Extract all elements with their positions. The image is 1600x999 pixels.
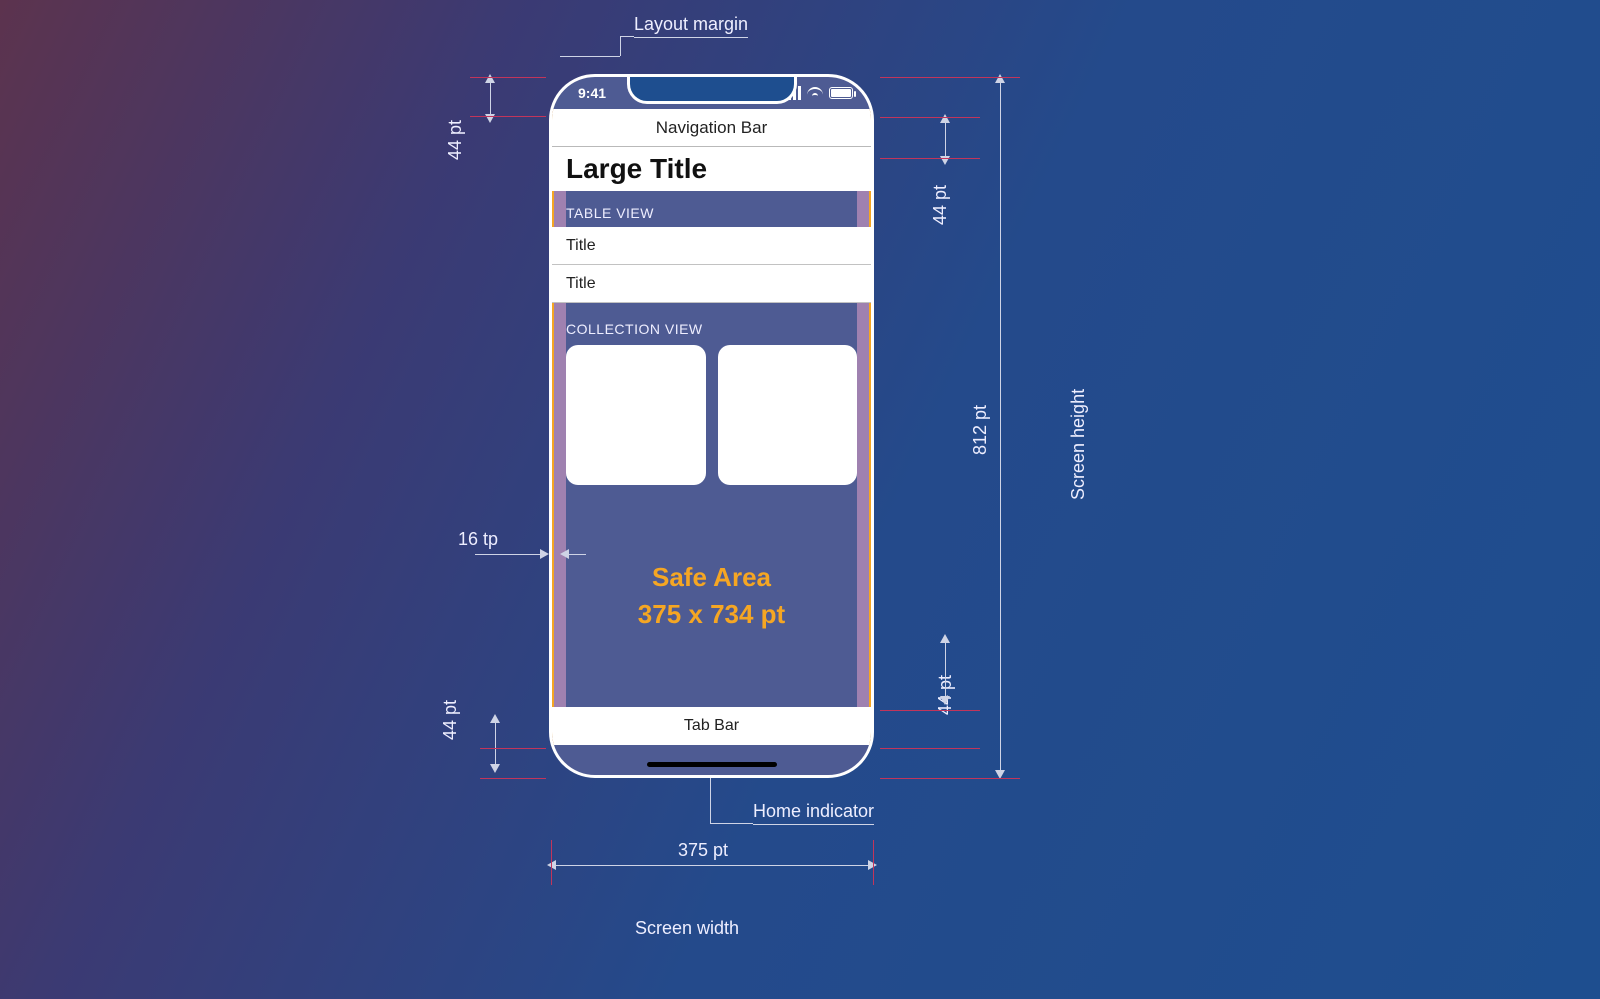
status-time: 9:41 <box>578 85 606 101</box>
dim-line <box>1000 80 1001 775</box>
dim-line <box>495 720 496 768</box>
dim-navbar-height: 44 pt <box>930 185 951 225</box>
dim-tick <box>880 748 980 749</box>
dim-line <box>490 78 491 118</box>
battery-icon <box>829 87 853 99</box>
callout-leader <box>560 56 620 57</box>
table-row[interactable]: Title <box>552 265 871 303</box>
arrow-up-icon <box>485 74 495 83</box>
dim-tick <box>880 77 1020 78</box>
callout-leader <box>620 36 634 37</box>
arrow-down-icon <box>490 764 500 773</box>
arrow-right-icon <box>540 549 549 559</box>
dim-line <box>553 865 871 866</box>
navigation-bar[interactable]: Navigation Bar <box>552 109 871 147</box>
dim-tick <box>470 77 546 78</box>
arrow-up-icon <box>940 634 950 643</box>
callout-screen-height: Screen height <box>1068 389 1089 500</box>
dim-tick <box>880 158 980 159</box>
arrow-up-icon <box>490 714 500 723</box>
callout-leader <box>710 823 753 824</box>
dim-tick <box>880 710 980 711</box>
dim-layout-margin: 16 tp <box>458 529 498 550</box>
collection-cell[interactable] <box>566 345 706 485</box>
collection-header: COLLECTION VIEW <box>552 303 871 345</box>
callout-layout-margin: Layout margin <box>634 14 748 38</box>
dim-line <box>945 640 946 700</box>
safe-area-label: Safe Area 375 x 734 pt <box>552 485 871 708</box>
dim-tick <box>480 778 546 779</box>
collection-cell[interactable] <box>718 345 858 485</box>
dim-tick <box>480 748 546 749</box>
safe-area-line1: Safe Area <box>652 562 771 593</box>
callout-leader <box>710 778 711 823</box>
callout-leader <box>620 36 621 56</box>
safe-area-line2: 375 x 734 pt <box>638 599 785 630</box>
collection-view <box>552 345 871 485</box>
arrow-left-icon <box>560 549 569 559</box>
dim-line <box>945 118 946 160</box>
arrow-up-icon <box>995 74 1005 83</box>
callout-screen-width: Screen width <box>635 918 739 939</box>
phone-content: Navigation Bar Large Title TABLE VIEW Ti… <box>552 109 871 745</box>
table-header: TABLE VIEW <box>552 191 871 227</box>
dim-tick <box>551 840 552 885</box>
dim-screen-width: 375 pt <box>678 840 728 861</box>
large-title: Large Title <box>552 147 871 191</box>
dim-tick <box>873 840 874 885</box>
arrow-down-icon <box>940 696 950 705</box>
dim-tick <box>880 778 1020 779</box>
phone-frame: 9:41 Navigation Bar Large Title TABLE VI… <box>549 74 874 778</box>
table-row[interactable]: Title <box>552 227 871 265</box>
dim-line <box>566 554 586 555</box>
home-indicator[interactable] <box>647 762 777 767</box>
wifi-icon <box>807 87 823 99</box>
dim-screen-height: 812 pt <box>970 405 991 455</box>
arrow-up-icon <box>940 114 950 123</box>
dim-tick <box>470 116 546 117</box>
dim-tick <box>880 117 980 118</box>
dim-line <box>475 554 543 555</box>
dim-home-inset-left: 44 pt <box>440 700 461 740</box>
tab-bar[interactable]: Tab Bar <box>552 707 871 745</box>
phone-notch <box>627 74 797 104</box>
dim-status-bar-height: 44 pt <box>445 120 466 160</box>
callout-home-indicator: Home indicator <box>753 801 874 825</box>
